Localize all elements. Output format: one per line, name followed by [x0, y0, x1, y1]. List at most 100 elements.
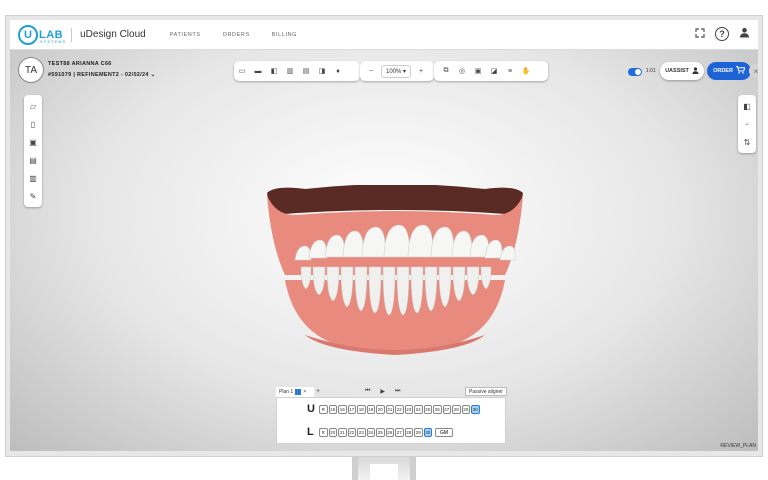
stage-cell[interactable]: 21	[338, 428, 347, 437]
stage-cell[interactable]: 30	[471, 405, 480, 414]
chevron-down-icon: ⌄	[150, 72, 156, 78]
nav-patients[interactable]: PATIENTS	[170, 32, 201, 38]
stage-cell[interactable]: 17	[347, 405, 356, 414]
stage-cell[interactable]: R	[319, 405, 328, 414]
logo-subtext: SYSTEMS	[40, 39, 67, 44]
compare-icon[interactable]: ⧉	[438, 67, 454, 75]
layers-icon[interactable]: ◧	[739, 97, 755, 115]
ipr-icon[interactable]: ◪	[486, 67, 502, 75]
swap-icon[interactable]: ⇅	[739, 133, 755, 151]
stage-cell[interactable]: R	[319, 428, 328, 437]
stage-cell[interactable]: 24	[414, 405, 423, 414]
stage-cell[interactable]: 28	[404, 428, 413, 437]
upper-view-icon[interactable]: ▤	[298, 67, 314, 75]
stage-cell[interactable]: 20	[328, 428, 337, 437]
toggle-switch[interactable]	[628, 68, 642, 76]
user-icon[interactable]	[739, 27, 750, 41]
document-icon[interactable]: ▯	[25, 115, 41, 133]
lower-arch-label: L	[307, 426, 314, 438]
stage-cell[interactable]: 25	[423, 405, 432, 414]
stage-cell[interactable]: 18	[357, 405, 366, 414]
stage-cell[interactable]: 22	[347, 428, 356, 437]
upper-stage-list: R 15 16 17 18 19 20 21 22 23 24 25 26 27 28 29 30	[319, 405, 480, 414]
stage-cell[interactable]: 21	[385, 405, 394, 414]
grid-icon[interactable]: ≡	[502, 68, 518, 75]
zoom-in-button[interactable]: +	[413, 68, 429, 75]
top-bar: U LAB SYSTEMS uDesign Cloud PATIENTS ORD…	[10, 20, 758, 50]
zoom-value: 100%	[386, 68, 402, 75]
passive-aligner-button[interactable]: Passive aligner	[465, 387, 507, 396]
divider	[71, 27, 73, 42]
staging-panel: U R 15 16 17 18 19 20 21 22 23 24 25 26 27 28 29 30 L R2…	[276, 397, 506, 444]
order-label: ORDER	[713, 68, 733, 74]
close-icon[interactable]: ×	[749, 64, 758, 78]
stage-cell[interactable]: 15	[328, 405, 337, 414]
tooth-icon[interactable]: ♦	[330, 68, 346, 75]
patient-name: TEST88 ARIANNA C66	[48, 61, 112, 67]
plan-tab[interactable]: Plan 1 ×	[276, 387, 314, 397]
stage-cell[interactable]: 29	[414, 428, 423, 437]
overlay-icon[interactable]: ◎	[454, 67, 470, 75]
zoom-out-button[interactable]: −	[363, 68, 379, 75]
help-icon[interactable]: ?	[715, 27, 729, 41]
clipboard-icon[interactable]: ▤	[25, 151, 41, 169]
stage-cell[interactable]: 19	[366, 405, 375, 414]
attachment-icon[interactable]: ▣	[470, 67, 486, 75]
right-toolbar: ◧ ᵕ ⇅	[738, 95, 756, 153]
uassist-button[interactable]: UASSIST	[660, 62, 704, 80]
right-view-icon[interactable]: ▥	[282, 67, 298, 75]
gm-button[interactable]: GM	[435, 428, 453, 437]
dental-model[interactable]	[265, 185, 525, 360]
ratio-label: 1:01	[646, 68, 656, 74]
pencil-icon[interactable]: ✎	[25, 187, 41, 205]
front-view-icon[interactable]: ▭	[234, 67, 250, 75]
app-name: uDesign Cloud	[80, 29, 146, 40]
stage-cell[interactable]: 20	[376, 405, 385, 414]
stand-slot	[370, 464, 398, 480]
table-icon[interactable]: ▥	[25, 169, 41, 187]
close-icon[interactable]: ×	[303, 389, 306, 395]
left-view-icon[interactable]: ◧	[266, 67, 282, 75]
avatar[interactable]: TA	[18, 57, 44, 83]
logo-mark: U	[18, 24, 38, 45]
main-nav: PATIENTS ORDERS BILLING	[170, 32, 297, 38]
stage-cell[interactable]: 27	[395, 428, 404, 437]
play-icon[interactable]: ▶	[380, 388, 385, 395]
notes-icon[interactable]: ▱	[25, 97, 41, 115]
stage-cell[interactable]: 22	[395, 405, 404, 414]
nav-billing[interactable]: BILLING	[272, 32, 297, 38]
fullscreen-icon[interactable]	[695, 27, 705, 41]
stage-cell[interactable]: 16	[338, 405, 347, 414]
review-plan-label: REVIEW_PLAN	[720, 443, 756, 449]
case-selector[interactable]: #591079 | REFINEMENT2 - 02/02/24 ⌄	[48, 72, 155, 78]
playback-controls: ⏮ ▶ ⏭	[365, 388, 400, 395]
stage-cell[interactable]: 25	[376, 428, 385, 437]
stage-cell[interactable]: 30	[423, 428, 432, 437]
top-right-icons: ?	[695, 27, 750, 41]
stage-cell[interactable]: 26	[433, 405, 442, 414]
cart-icon	[735, 66, 746, 76]
stage-cell[interactable]: 24	[366, 428, 375, 437]
add-plan-button[interactable]: +	[316, 388, 320, 395]
nav-orders[interactable]: ORDERS	[223, 32, 250, 38]
case-label: #591079 | REFINEMENT2 - 02/02/24	[48, 72, 149, 78]
skip-forward-icon[interactable]: ⏭	[395, 388, 400, 395]
zoom-select[interactable]: 100% ▾	[381, 64, 412, 78]
occlusal-view-icon[interactable]: ▬	[250, 68, 266, 75]
stage-cell[interactable]: 23	[404, 405, 413, 414]
stage-cell[interactable]: 29	[461, 405, 470, 414]
upper-arch-label: U	[307, 403, 315, 415]
image-icon[interactable]: ▣	[25, 133, 41, 151]
stage-cell[interactable]: 23	[357, 428, 366, 437]
plan-color-icon	[295, 389, 302, 395]
stage-cell[interactable]: 27	[442, 405, 451, 414]
skip-back-icon[interactable]: ⏮	[365, 388, 370, 395]
order-button[interactable]: ORDER	[707, 62, 751, 80]
stage-cell[interactable]: 26	[385, 428, 394, 437]
stage-cell[interactable]: 28	[452, 405, 461, 414]
monitor: U LAB SYSTEMS uDesign Cloud PATIENTS ORD…	[5, 15, 763, 457]
hand-icon[interactable]: ✋	[518, 67, 534, 75]
tools-toolbar: ⧉ ◎ ▣ ◪ ≡ ✋	[434, 61, 548, 81]
teeth-icon[interactable]: ᵕ	[739, 115, 755, 133]
lower-view-icon[interactable]: ◨	[314, 67, 330, 75]
